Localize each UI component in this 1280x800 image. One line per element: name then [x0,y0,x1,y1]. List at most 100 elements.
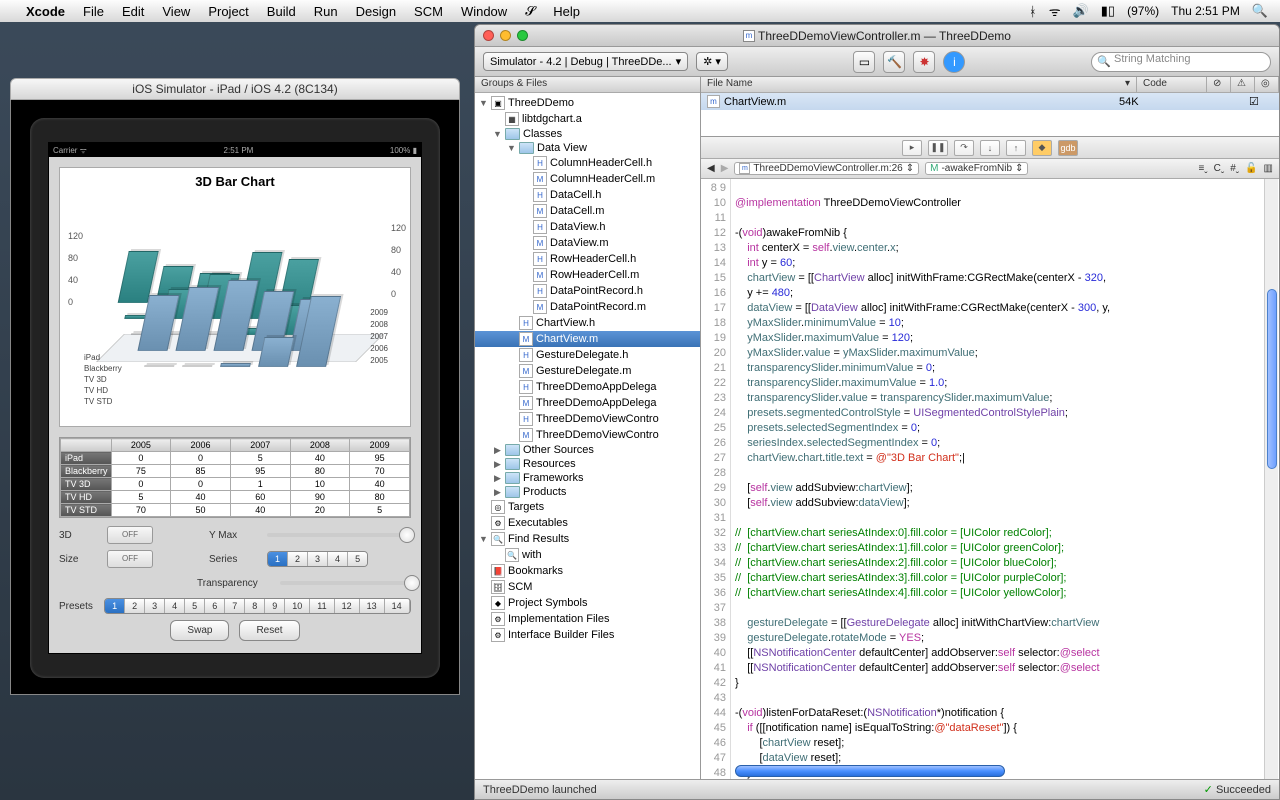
menu-build[interactable]: Build [267,4,296,19]
preset-opt-15[interactable]: 15 [410,599,411,613]
horizontal-scrollbar[interactable] [735,765,1005,779]
menu-help[interactable]: Help [553,4,580,19]
step-in-icon[interactable]: ↓ [980,140,1000,156]
series-opt-2[interactable]: 2 [288,552,308,566]
battery-icon[interactable]: ▮▯ [1101,3,1115,19]
class-icon[interactable]: Cˬ [1214,163,1225,174]
preset-opt-12[interactable]: 12 [335,599,360,613]
include-icon[interactable]: #ˬ [1230,163,1239,174]
function-dropdown[interactable]: M -awakeFromNib ⇕ [925,162,1028,175]
tree-node[interactable]: MColumnHeaderCell.m [475,171,700,187]
tree-node[interactable]: HDataCell.h [475,187,700,203]
menu-project[interactable]: Project [208,4,248,19]
build-go-icon[interactable]: 🔨 [883,51,905,73]
continue-icon[interactable]: ▸ [902,140,922,156]
preset-opt-14[interactable]: 14 [385,599,410,613]
tree-node[interactable]: HDataView.h [475,219,700,235]
tree-node[interactable]: ▦libtdgchart.a [475,111,700,127]
col-build-icon[interactable]: ◎ [1255,77,1279,92]
menu-window[interactable]: Window [461,4,507,19]
checkbox-icon[interactable]: ☑ [1249,95,1273,108]
ipad-screen[interactable]: Carrier ᯤ 2:51 PM 100% ▮ 3D Bar Chart 12… [48,142,422,654]
tree-node[interactable]: ◆Project Symbols [475,595,700,611]
file-breadcrumb[interactable]: mThreeDDemoViewController.m:26 ⇕ [734,162,919,175]
preset-opt-2[interactable]: 2 [125,599,145,613]
tree-node[interactable]: ▶Resources [475,457,700,471]
tree-node[interactable]: ▼Classes [475,127,700,141]
series-opt-5[interactable]: 5 [348,552,367,566]
series-opt-3[interactable]: 3 [308,552,328,566]
tree-node[interactable]: ⚙Executables [475,515,700,531]
code-content[interactable]: @implementation ThreeDDemoViewController… [731,179,1279,779]
tree-node[interactable]: MDataView.m [475,235,700,251]
preset-opt-1[interactable]: 1 [105,599,125,613]
counterpart-icon[interactable]: ≡ˬ [1198,163,1207,174]
tree-node[interactable]: 🔍with [475,547,700,563]
menu-edit[interactable]: Edit [122,4,144,19]
simulator-titlebar[interactable]: iOS Simulator - iPad / iOS 4.2 (8C134) [10,78,460,100]
vertical-scrollbar[interactable] [1264,179,1278,779]
console-icon[interactable]: gdb [1058,140,1078,156]
series-opt-1[interactable]: 1 [268,552,288,566]
nav-back-icon[interactable]: ◀ [707,163,715,174]
wifi-icon[interactable]: ᯤ [1049,2,1061,20]
col-code[interactable]: Code [1137,77,1207,92]
tree-node[interactable]: ▶Products [475,485,700,499]
series-opt-4[interactable]: 4 [328,552,348,566]
preset-opt-13[interactable]: 13 [360,599,385,613]
file-list[interactable]: File Name▾ Code ⊘ ⚠ ◎ m ChartView.m 54K … [701,77,1279,137]
col-warnings-icon[interactable]: ⚠ [1231,77,1255,92]
nav-fwd-icon[interactable]: ▶ [721,163,729,174]
tree-node[interactable]: HChartView.h [475,315,700,331]
menu-design[interactable]: Design [356,4,396,19]
tree-node[interactable]: ▼Data View [475,141,700,155]
preset-opt-3[interactable]: 3 [145,599,165,613]
menubar-clock[interactable]: Thu 2:51 PM [1171,4,1240,18]
data-table[interactable]: 20052006200720082009iPad0054095Blackberr… [59,437,411,518]
project-tree[interactable]: ▼▣ThreeDDemo▦libtdgchart.a▼Classes▼Data … [475,93,700,779]
preset-opt-7[interactable]: 7 [225,599,245,613]
col-errors-icon[interactable]: ⊘ [1207,77,1231,92]
tree-node[interactable]: HDataPointRecord.h [475,283,700,299]
tree-node[interactable]: HGestureDelegate.h [475,347,700,363]
scheme-dropdown[interactable]: Simulator - 4.2 | Debug | ThreeDDe... ▾ [483,52,688,71]
tree-node[interactable]: HThreeDDemoAppDelega [475,379,700,395]
code-editor[interactable]: 8 9 10 11 12 13 14 15 16 17 18 19 20 21 … [701,179,1279,779]
toggle-size[interactable] [107,550,153,568]
tree-node[interactable]: ▶Frameworks [475,471,700,485]
tree-node[interactable]: MRowHeaderCell.m [475,267,700,283]
tree-node[interactable]: HThreeDDemoViewContro [475,411,700,427]
presets-segmented[interactable]: 123456789101112131415 [104,598,411,614]
tree-node[interactable]: 🗄SCM [475,579,700,595]
tasks-icon[interactable]: ✸ [913,51,935,73]
tree-node[interactable]: MDataCell.m [475,203,700,219]
reset-button[interactable]: Reset [239,620,299,641]
slider-transparency[interactable] [280,574,411,592]
xcode-titlebar[interactable]: mThreeDDemoViewController.m — ThreeDDemo [475,25,1279,47]
menu-file[interactable]: File [83,4,104,19]
preset-opt-8[interactable]: 8 [245,599,265,613]
menu-app[interactable]: Xcode [26,4,65,19]
tree-node[interactable]: ▼🔍Find Results [475,531,700,547]
series-segmented[interactable]: 12345 [267,551,368,567]
step-out-icon[interactable]: ↑ [1006,140,1026,156]
pause-icon[interactable]: ❚❚ [928,140,948,156]
preset-opt-11[interactable]: 11 [310,599,334,613]
step-over-icon[interactable]: ↷ [954,140,974,156]
script-menu-icon[interactable]: 𝓢 [525,3,535,19]
toggle-3d[interactable] [107,526,153,544]
info-icon[interactable]: i [943,51,965,73]
swap-button[interactable]: Swap [170,620,229,641]
line-gutter[interactable]: 8 9 10 11 12 13 14 15 16 17 18 19 20 21 … [701,179,731,779]
sort-icon[interactable]: ▾ [1125,78,1130,91]
bar-chart-3d[interactable]: 12080400 12080400 iPadBlackberryTV 3DTV … [90,195,380,395]
tree-node[interactable]: MGestureDelegate.m [475,363,700,379]
search-field[interactable]: String Matching [1091,52,1271,72]
tree-node[interactable]: 📕Bookmarks [475,563,700,579]
tree-node[interactable]: HColumnHeaderCell.h [475,155,700,171]
breakpoint-icon[interactable]: ◆ [1032,140,1052,156]
tree-node[interactable]: MThreeDDemoViewContro [475,427,700,443]
tree-node[interactable]: ▶Other Sources [475,443,700,457]
spotlight-icon[interactable]: 🔍 [1252,3,1268,19]
preset-opt-6[interactable]: 6 [205,599,225,613]
